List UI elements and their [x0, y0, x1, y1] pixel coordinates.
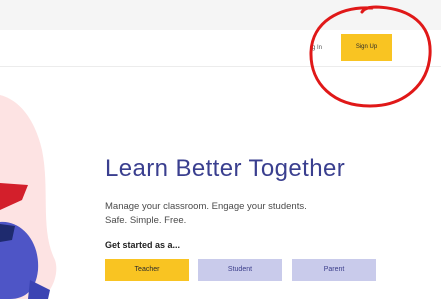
hero-subtitle: Manage your classroom. Engage your stude…: [105, 200, 405, 228]
red-shape: [0, 183, 28, 210]
parent-button[interactable]: Parent: [292, 259, 376, 281]
blue-figure-shape: [0, 221, 39, 299]
dark-blue-shape: [0, 224, 15, 242]
log-in-link[interactable]: g In: [312, 45, 322, 51]
sign-up-button[interactable]: Sign Up: [341, 34, 392, 61]
hero-subtitle-line-1: Manage your classroom. Engage your stude…: [105, 201, 307, 212]
pink-blob-shape: [0, 95, 57, 299]
hero-subtitle-line-2: Safe. Simple. Free.: [105, 215, 187, 226]
student-button[interactable]: Student: [198, 259, 282, 281]
browser-top-strip: [0, 0, 441, 30]
teacher-button[interactable]: Teacher: [105, 259, 189, 281]
get-started-label: Get started as a...: [105, 240, 181, 250]
blue-foot-shape: [28, 280, 50, 299]
hero-title: Learn Better Together: [105, 155, 346, 182]
